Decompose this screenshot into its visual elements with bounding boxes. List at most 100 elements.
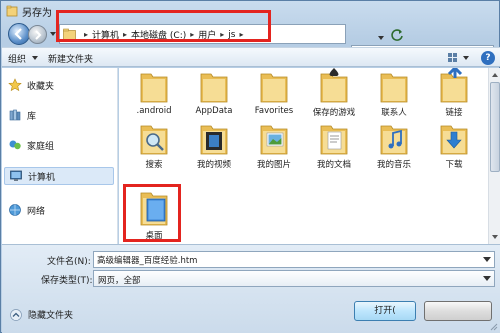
list-item-links[interactable]: 链接: [425, 68, 483, 126]
item-label: 下载: [445, 160, 463, 170]
list-item-videos[interactable]: 我的视频: [185, 120, 243, 178]
links-folder-icon: [440, 68, 468, 103]
resize-grip-icon[interactable]: [488, 321, 498, 331]
save-as-icon: [6, 5, 18, 17]
star-icon: [8, 78, 22, 92]
list-item-pictures[interactable]: 我的图片: [245, 120, 303, 178]
chevron-right-icon[interactable]: ▸: [123, 30, 127, 39]
item-label: 我的音乐: [376, 160, 411, 170]
item-label: 链接: [445, 108, 463, 118]
sidebar-item-library[interactable]: 库: [8, 106, 36, 124]
back-button[interactable]: [8, 23, 30, 45]
chevron-down-icon[interactable]: [483, 257, 491, 263]
videos-folder-icon: [200, 125, 228, 155]
forward-button[interactable]: [28, 25, 47, 44]
sidebar-item-label: 库: [27, 111, 37, 122]
documents-folder-icon: [320, 125, 348, 155]
window-title: 另存为: [22, 8, 52, 19]
folder-icon: [140, 73, 168, 103]
hide-folders-toggle[interactable]: 隐藏文件夹: [10, 308, 73, 321]
sidebar-item-label: 网络: [27, 206, 46, 217]
breadcrumb-js[interactable]: js: [228, 30, 235, 40]
computer-icon: [10, 170, 22, 181]
help-icon[interactable]: ?: [481, 51, 495, 65]
navigation-bar: ▸ 计算机 ▸ 本地磁盘 (C:) ▸ 用户 ▸ js ▸: [1, 21, 500, 65]
navigation-pane: 收藏夹 库 家庭组 计算机 网络: [2, 68, 118, 244]
list-item-android[interactable]: .android: [125, 68, 183, 126]
address-bar[interactable]: ▸ 计算机 ▸ 本地磁盘 (C:) ▸ 用户 ▸ js ▸: [59, 24, 403, 44]
sidebar-item-homegroup[interactable]: 家庭组: [8, 136, 54, 154]
filename-field[interactable]: [93, 251, 495, 268]
item-label: .android: [136, 106, 172, 116]
vertical-scrollbar[interactable]: [488, 68, 500, 244]
breadcrumb: ▸ 计算机 ▸ 本地磁盘 (C:) ▸ 用户 ▸ js ▸: [80, 28, 248, 42]
contacts-folder-icon: [380, 73, 408, 103]
list-item-searches[interactable]: 搜索: [125, 120, 183, 178]
cancel-button[interactable]: [424, 301, 492, 321]
filetype-label: 保存类型(T):: [41, 276, 93, 286]
list-item-favorites[interactable]: Favorites: [245, 68, 303, 126]
item-label: 我的文档: [316, 160, 351, 170]
sidebar-item-label: 收藏夹: [27, 81, 55, 92]
list-item-contacts[interactable]: 联系人: [365, 68, 423, 126]
save-as-dialog: 另存为 ▸ 计算机 ▸ 本地磁盘 (C:) ▸ 用户 ▸ js ▸ 搜索 js …: [0, 0, 500, 333]
list-item-saved-games[interactable]: 保存的游戏: [305, 68, 363, 126]
breadcrumb-computer[interactable]: 计算机: [92, 28, 119, 41]
pictures-folder-icon: [260, 125, 288, 155]
sidebar-item-favorites[interactable]: 收藏夹: [8, 76, 54, 94]
scroll-up-icon[interactable]: [490, 70, 500, 80]
sidebar-item-network[interactable]: 网络: [8, 201, 45, 219]
chevron-right-icon[interactable]: ▸: [84, 30, 88, 39]
item-label: Favorites: [254, 106, 294, 116]
list-item-downloads[interactable]: 下载: [425, 120, 483, 178]
list-item-music[interactable]: 我的音乐: [365, 120, 423, 178]
save-button[interactable]: 打开(: [354, 301, 416, 321]
breadcrumb-local-disk[interactable]: 本地磁盘 (C:): [131, 28, 186, 41]
saved-games-folder-icon: [320, 68, 348, 103]
save-options-panel: 文件名(N): 保存类型(T): 网页，全部 隐藏文件夹 打开(: [2, 244, 500, 333]
list-item-appdata[interactable]: AppData: [185, 68, 243, 126]
library-icon: [9, 109, 21, 121]
sidebar-item-computer[interactable]: 计算机: [4, 167, 114, 185]
favorites-folder-icon: [260, 73, 288, 103]
sidebar-item-label: 家庭组: [27, 141, 55, 152]
address-dropdown-icon[interactable]: [377, 34, 385, 42]
chevron-right-icon[interactable]: ▸: [190, 30, 194, 39]
filename-input[interactable]: [97, 254, 477, 266]
scrollbar-thumb[interactable]: [490, 82, 500, 172]
breadcrumb-users[interactable]: 用户: [198, 28, 216, 41]
filename-label: 文件名(N):: [47, 257, 91, 267]
file-list: .android AppData Favorites 保存的游戏 联系人 链接 …: [119, 68, 488, 244]
view-options-icon[interactable]: [446, 51, 472, 65]
folder-icon: [200, 73, 228, 103]
item-label: 搜索: [145, 160, 163, 170]
homegroup-icon: [9, 140, 21, 150]
title-bar: 另存为: [1, 1, 500, 21]
sidebar-item-label: 计算机: [28, 172, 56, 183]
arrow-right-icon: [35, 30, 42, 40]
arrow-left-icon: [14, 28, 22, 40]
list-item-desktop[interactable]: 桌面: [125, 187, 183, 245]
chevron-up-icon: [10, 308, 22, 321]
chevron-down-icon: [483, 276, 491, 281]
list-item-documents[interactable]: 我的文档: [305, 120, 363, 178]
refresh-icon[interactable]: [390, 28, 404, 42]
filetype-value: 网页，全部: [98, 276, 141, 286]
chevron-right-icon[interactable]: ▸: [240, 30, 244, 39]
item-label: 我的图片: [256, 160, 291, 170]
item-label: 桌面: [145, 231, 163, 241]
command-toolbar: 组织 新建文件夹 ?: [2, 47, 500, 67]
downloads-folder-icon: [440, 125, 468, 155]
item-label: 联系人: [381, 108, 407, 118]
new-folder-button[interactable]: 新建文件夹: [48, 52, 93, 65]
chevron-right-icon[interactable]: ▸: [220, 30, 224, 39]
music-folder-icon: [380, 125, 408, 155]
folder-icon: [63, 28, 76, 40]
scroll-down-icon[interactable]: [490, 232, 500, 242]
hide-folders-label: 隐藏文件夹: [28, 311, 74, 321]
item-label: 保存的游戏: [312, 108, 356, 118]
recent-pages-dropdown-icon[interactable]: [49, 30, 57, 38]
filetype-select[interactable]: 网页，全部: [93, 270, 495, 287]
organize-button[interactable]: 组织: [8, 52, 26, 65]
item-label: AppData: [195, 106, 233, 116]
